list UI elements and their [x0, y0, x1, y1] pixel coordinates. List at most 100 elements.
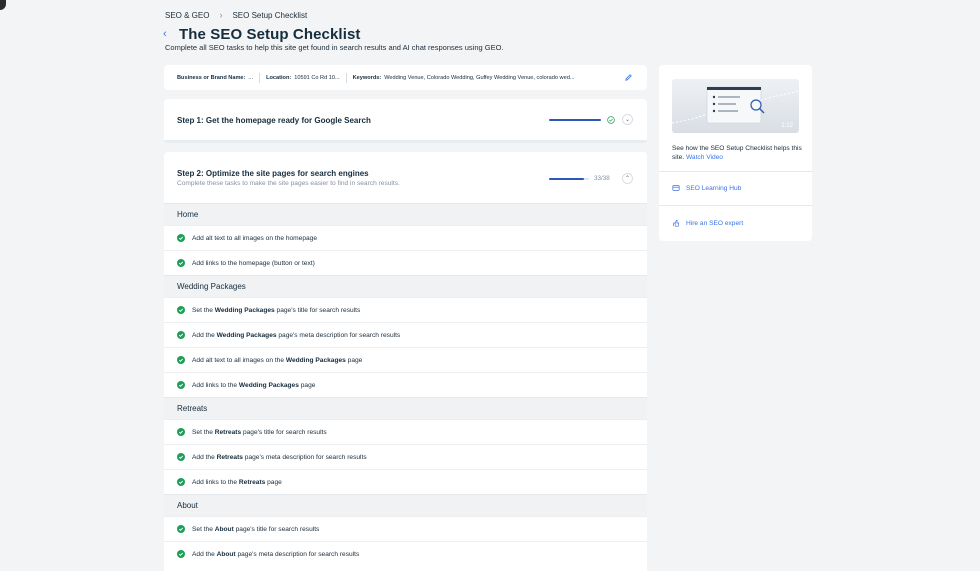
expert-icon	[673, 219, 680, 227]
task-text: Add links to the homepage (button or tex…	[192, 259, 315, 267]
task-page-name: About	[214, 525, 234, 533]
step-2-progress	[549, 178, 589, 180]
video-thumbnail[interactable]: 1:12	[672, 79, 799, 133]
check-circle-icon	[177, 331, 185, 339]
step-2-title: Step 2: Optimize the site pages for sear…	[177, 169, 369, 178]
task-item[interactable]: Add links to the Retreats page	[164, 469, 647, 494]
check-circle-icon	[177, 356, 185, 364]
task-label: Add the Retreats page's meta description…	[192, 454, 367, 461]
back-arrow-icon[interactable]: ‹	[163, 29, 175, 40]
location-field: Location: 10591 Co Rd 10...	[266, 75, 340, 81]
watch-video-link[interactable]: Watch Video	[686, 154, 723, 161]
section-header: Wedding Packages	[164, 275, 647, 297]
task-item[interactable]: Add alt text to all images on the Weddin…	[164, 347, 647, 372]
task-label: Add links to the Wedding Packages page	[192, 382, 315, 389]
task-text: page	[265, 478, 282, 486]
section-header: Retreats	[164, 397, 647, 419]
page-title: The SEO Setup Checklist	[179, 26, 361, 43]
section-header: Home	[164, 203, 647, 225]
collapse-step-2-button[interactable]: ⌃	[622, 173, 633, 184]
task-page-name: Retreats	[238, 478, 266, 486]
task-page-name: About	[216, 550, 236, 558]
business-name-label: Business or Brand Name:	[177, 74, 246, 81]
pencil-icon[interactable]	[624, 73, 633, 82]
task-item[interactable]: Set the About page's title for search re…	[164, 516, 647, 541]
task-text: Add the	[192, 550, 217, 558]
check-circle-icon	[177, 428, 185, 436]
task-item[interactable]: Add alt text to all images on the homepa…	[164, 225, 647, 250]
title-row: ‹ The SEO Setup Checklist	[163, 26, 361, 43]
task-item[interactable]: Add the Wedding Packages page's meta des…	[164, 322, 647, 347]
task-text: Add the	[192, 331, 217, 339]
check-circle-icon	[177, 478, 185, 486]
task-text: Set the	[192, 525, 215, 533]
breadcrumb-parent[interactable]: SEO & GEO	[165, 11, 209, 20]
task-page-name: Wedding Packages	[238, 381, 299, 389]
step-1-progress	[549, 119, 601, 121]
breadcrumb: SEO & GEO › SEO Setup Checklist	[165, 9, 307, 21]
chevron-right-icon: ›	[219, 10, 223, 20]
keywords-field: Keywords: Wedding Venue, Colorado Weddin…	[353, 75, 575, 81]
step-2-count: 33/38	[594, 175, 610, 182]
video-duration: 1:12	[781, 123, 793, 129]
task-label: Set the Wedding Packages page's title fo…	[192, 307, 360, 314]
step-1-title: Step 1: Get the homepage ready for Googl…	[177, 116, 371, 125]
task-label: Add the About page's meta description fo…	[192, 551, 359, 558]
divider	[345, 72, 347, 83]
window-corner	[0, 0, 6, 10]
task-label: Add alt text to all images on the Weddin…	[192, 357, 362, 364]
task-text: page's meta description for search resul…	[242, 453, 367, 461]
keywords-value: Wedding Venue, Colorado Wedding, Guffey …	[384, 74, 575, 81]
step-2-progress-fill	[549, 178, 584, 180]
page-subtitle: Complete all SEO tasks to help this site…	[165, 43, 504, 52]
task-label: Add links to the Retreats page	[192, 479, 282, 486]
task-text: page	[298, 381, 316, 389]
business-name-field: Business or Brand Name: ...	[177, 75, 253, 81]
task-text: page	[345, 356, 363, 364]
divider	[659, 205, 812, 206]
seo-learning-hub-label: SEO Learning Hub	[686, 184, 742, 192]
task-text: page's title for search results	[233, 525, 320, 533]
video-description: See how the SEO Setup Checklist helps th…	[672, 144, 802, 162]
task-label: Add links to the homepage (button or tex…	[192, 260, 315, 267]
video-illustration	[672, 86, 799, 124]
hire-seo-expert-link[interactable]: Hire an SEO expert	[672, 219, 743, 227]
task-item[interactable]: Add the Retreats page's meta description…	[164, 444, 647, 469]
step-2-card: Step 2: Optimize the site pages for sear…	[164, 152, 647, 571]
check-circle-icon	[177, 259, 185, 267]
hire-seo-expert-label: Hire an SEO expert	[686, 219, 744, 227]
keywords-label: Keywords:	[352, 74, 382, 81]
task-text: page's meta description for search resul…	[235, 550, 360, 558]
business-info-card: Business or Brand Name: ... Location: 10…	[164, 65, 647, 90]
task-page-name: Wedding Packages	[285, 356, 346, 364]
check-circle-icon	[177, 381, 185, 389]
task-item[interactable]: Set the Wedding Packages page's title fo…	[164, 297, 647, 322]
task-page-name: Retreats	[214, 428, 242, 436]
learning-hub-icon	[672, 185, 680, 191]
task-text: page's title for search results	[274, 306, 361, 314]
step-1-progress-fill	[549, 119, 601, 121]
task-text: Set the	[192, 306, 215, 314]
seo-learning-hub-link[interactable]: SEO Learning Hub	[672, 184, 741, 192]
task-item[interactable]: Add links to the Wedding Packages page	[164, 372, 647, 397]
task-text: Set the	[192, 428, 215, 436]
task-text: Add the	[192, 453, 217, 461]
check-circle-icon	[177, 550, 185, 558]
task-text: Add links to the	[192, 381, 239, 389]
task-item[interactable]: Add links to the homepage (button or tex…	[164, 250, 647, 275]
check-circle-icon	[177, 234, 185, 242]
task-item[interactable]: Set the Retreats page's title for search…	[164, 419, 647, 444]
task-page-name: Wedding Packages	[216, 331, 277, 339]
check-circle-icon	[177, 453, 185, 461]
chevron-down-icon: ⌄	[624, 117, 631, 123]
task-label: Set the Retreats page's title for search…	[192, 429, 327, 436]
task-text: page's meta description for search resul…	[276, 331, 401, 339]
task-text: Add links to the	[192, 478, 239, 486]
task-label: Add alt text to all images on the homepa…	[192, 235, 317, 242]
expand-step-1-button[interactable]: ⌄	[622, 114, 633, 125]
task-text: Add alt text to all images on the	[192, 356, 286, 364]
step-1-card[interactable]: Step 1: Get the homepage ready for Googl…	[164, 99, 647, 143]
task-item[interactable]: Add the About page's meta description fo…	[164, 541, 647, 566]
step-2-description: Complete these tasks to make the site pa…	[177, 180, 400, 187]
complete-check-icon	[607, 116, 615, 124]
